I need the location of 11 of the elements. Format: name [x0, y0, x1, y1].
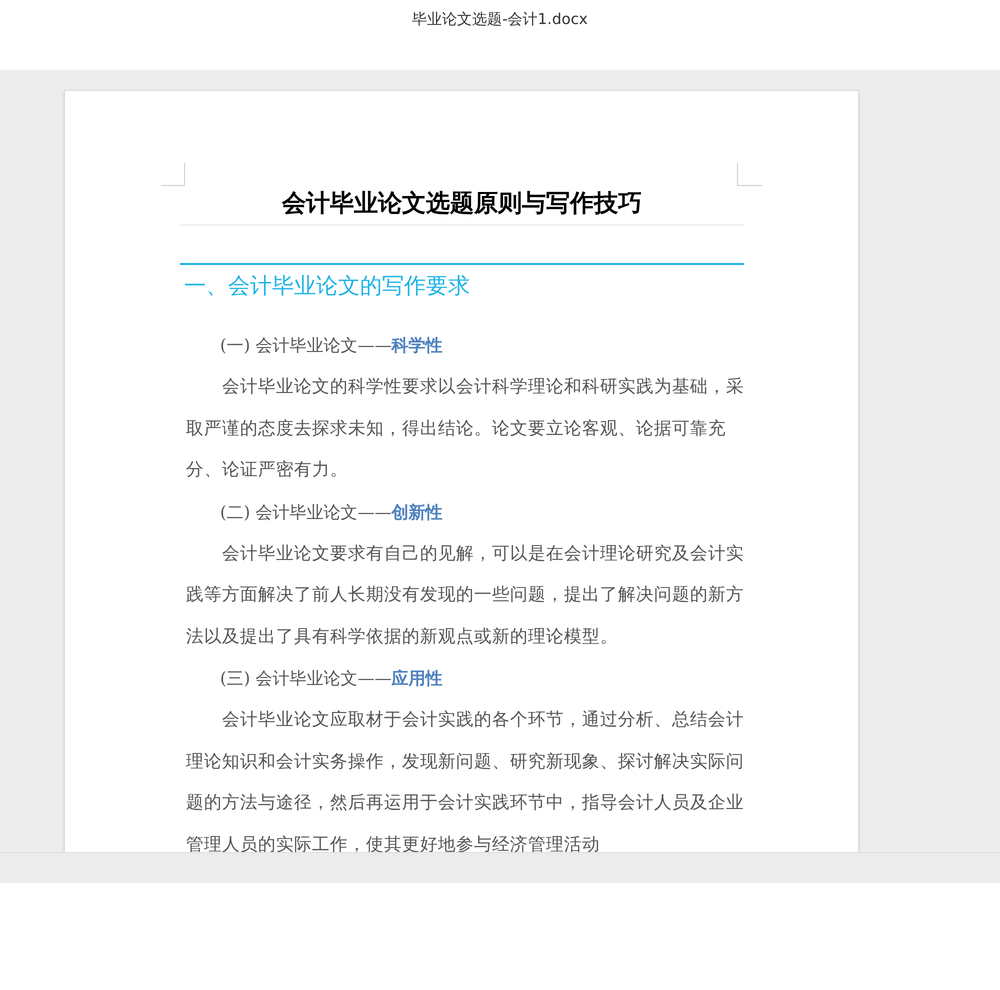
document-title: 会计毕业论文选题原则与写作技巧 — [282, 187, 642, 219]
margin-corner-mark — [737, 163, 762, 186]
subheading: (三) 会计毕业论文——应用性 — [219, 668, 444, 691]
window-title: 毕业论文选题-会计1.docx — [412, 9, 588, 30]
margin-corner-mark — [161, 163, 185, 186]
body-paragraph: 会计毕业论文应取材于会计实践的各个环节，通过分析、总结会计理论知识和会计实务操作，发现新问题、研究新现象、探讨解决实际问题的方法与途径，然后再运用于会计实践环节中，指导会计人员及企业管理人员的实际工作，使其更好地参与经济管理活动 — [186, 709, 745, 852]
body-paragraph: 会计毕业论文的科学性要求以会计科学理论和科研实践为基础，采取严谨的态度去探求未知，得出结论。论文要立论客观、论据可靠充分、论证严密有力。 — [186, 376, 745, 482]
subheading: (一) 会计毕业论文——科学性 — [219, 335, 444, 358]
subheading: (二) 会计毕业论文——创新性 — [219, 502, 444, 524]
section-heading: 一、会计毕业论文的写作要求 — [184, 274, 470, 299]
body-paragraph: 会计毕业论文要求有自己的见解，可以是在会计理论研究及会计实践等方面解决了前人长期没有发现的一些问题，提出了解决问题的新方法以及提出了具有科学依据的新观点或新的理论模型。 — [186, 542, 745, 648]
